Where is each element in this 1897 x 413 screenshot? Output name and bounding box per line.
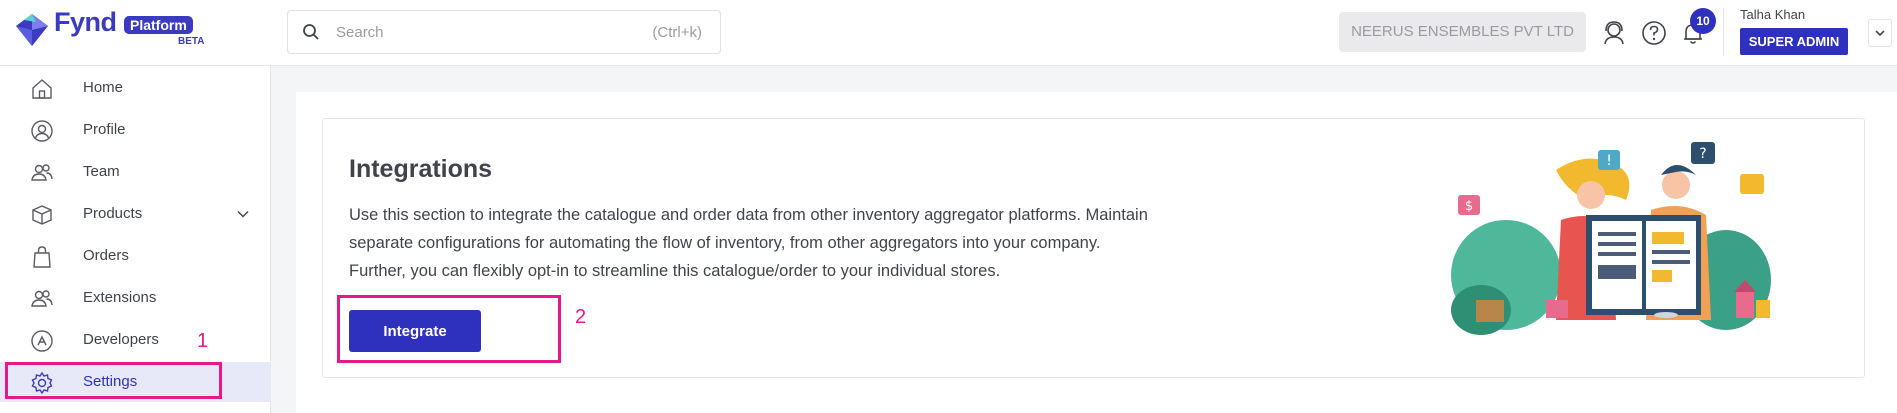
annotation-step-1: 1 [197,330,209,352]
sidebar-item-team[interactable]: Team [0,152,271,192]
sidebar-item-profile[interactable]: Profile [0,110,271,150]
sidebar-item-label: Orders [83,247,129,264]
sidebar-item-label: Team [83,163,120,180]
svg-text:!: ! [1606,153,1612,169]
chevron-down-icon [1875,30,1885,37]
top-bar: Fynd Platform BETA Search (Ctrl+k) NEERU… [0,0,1897,66]
search-shortcut-hint: (Ctrl+k) [652,24,702,41]
user-role-badge: SUPER ADMIN [1740,28,1848,55]
sidebar: Home Profile Team Products Orders Extens… [0,66,271,413]
sidebar-item-developers[interactable]: Developers [0,320,271,360]
svg-text:$: $ [1465,199,1473,214]
annotation-box-integrate [337,295,561,363]
logo-platform-badge: Platform [124,16,193,34]
search-placeholder: Search [336,24,384,41]
team-icon [31,164,53,181]
sidebar-item-label: Extensions [83,289,157,306]
annotation-box-settings [5,362,222,399]
sidebar-item-label: Developers [83,331,159,348]
profile-icon [31,120,53,142]
sidebar-item-extensions[interactable]: Extensions [0,278,271,318]
page-title: Integrations [349,155,493,183]
sidebar-item-home[interactable]: Home [0,68,271,108]
sidebar-item-label: Home [83,79,124,96]
logo-beta-tag: BETA [178,36,205,47]
developers-icon [31,330,53,352]
extensions-icon [31,290,53,307]
integrations-illustration: ! ? $ [1451,142,1771,335]
user-name: Talha Khan [1740,7,1806,22]
box-icon [32,205,52,225]
fynd-logo-icon [16,14,48,46]
header-divider [1723,8,1724,56]
home-icon [32,79,52,99]
sidebar-item-label: Profile [83,121,126,138]
support-agent-icon[interactable] [1600,19,1628,47]
chevron-down-icon[interactable] [236,207,250,221]
notification-count-badge: 10 [1690,8,1716,34]
user-menu-toggle[interactable] [1868,19,1892,47]
search-input[interactable]: Search (Ctrl+k) [287,10,721,54]
logo-wordmark: Fynd [54,7,117,37]
integrations-description: Use this section to integrate the catalo… [349,206,1148,280]
sidebar-item-products[interactable]: Products [0,194,271,234]
sidebar-item-orders[interactable]: Orders [0,236,271,276]
company-selector[interactable]: NEERUS ENSEMBLES PVT LTD [1339,12,1586,52]
help-icon[interactable] [1640,19,1668,47]
svg-text:?: ? [1699,146,1706,162]
sidebar-item-label: Products [83,205,143,222]
fynd-platform-logo[interactable]: Fynd Platform BETA [14,7,204,50]
search-icon [303,24,319,40]
annotation-step-2: 2 [575,306,587,328]
bag-icon [33,246,51,268]
